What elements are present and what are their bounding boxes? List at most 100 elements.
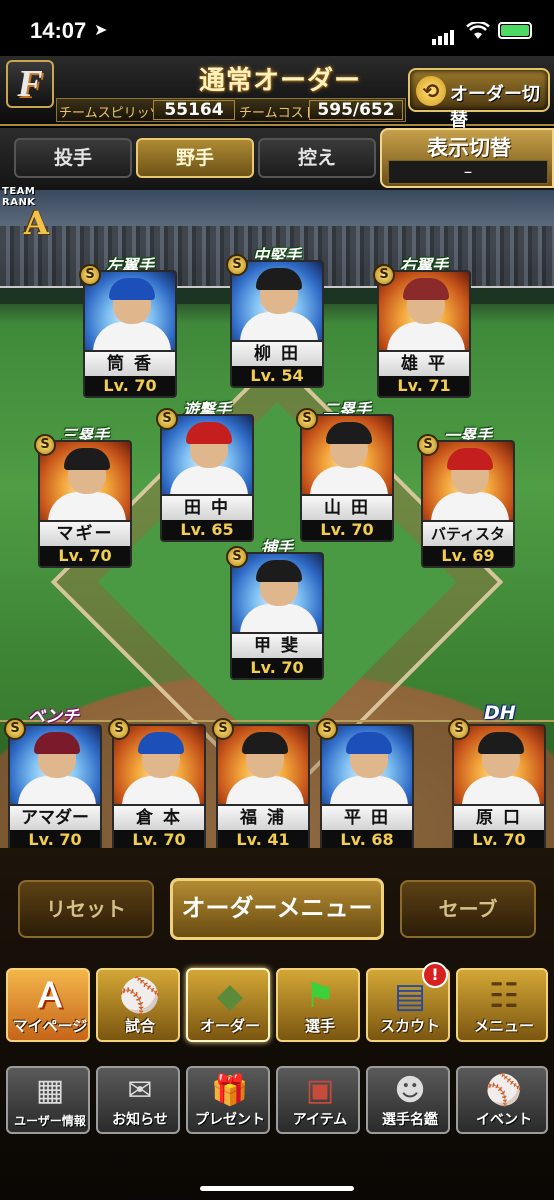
nav-label: マイページ [12, 1017, 88, 1035]
player-name: アマダー [8, 806, 102, 830]
main-nav: Ａ マイページ ⚾ 試合 ◆ オーダー ⚑ 選手 ▤ スカウト ☷ メニュー [0, 968, 554, 1044]
reset-button[interactable]: リセット [18, 880, 154, 938]
rarity-badge: S [448, 718, 470, 740]
bench-card[interactable]: S アマダー Lv. 70 [4, 718, 102, 852]
rarity-badge: S [4, 718, 26, 740]
rarity-badge: S [226, 546, 248, 568]
team-rank-grade: A [24, 204, 49, 242]
nav-label: イベント [476, 1112, 532, 1128]
bottom-panel: リセット オーダーメニュー セーブ Ａ マイページ ⚾ 試合 ◆ オーダー ⚑ … [0, 848, 554, 1200]
display-switch-value: – [388, 160, 548, 184]
save-button[interactable]: セーブ [400, 880, 536, 938]
nav-game[interactable]: ⚾ 試合 [96, 968, 180, 1042]
team-rank: TEAM RANK A [2, 186, 72, 242]
player-level: Lv. 54 [230, 366, 324, 388]
order-menu-button[interactable]: オーダーメニュー [170, 878, 384, 940]
rarity-badge: S [417, 434, 439, 456]
player-name: バティスタ [421, 522, 515, 546]
signal-icon [432, 26, 456, 45]
header: F 通常オーダー チームスピリッツ 55164 チームコスト 595/652 ⟲… [0, 56, 554, 131]
rarity-badge: S [108, 718, 130, 740]
dh-card[interactable]: S 原 口 Lv. 70 [448, 718, 546, 852]
player-name: マギー [38, 522, 132, 546]
nav-player-directory[interactable]: ☻ 選手名鑑 [366, 1066, 450, 1134]
display-switch-button[interactable]: 表示切替 – [380, 128, 554, 188]
bench-card[interactable]: S 平 田 Lv. 68 [316, 718, 414, 852]
bench-card[interactable]: S 福 浦 Lv. 41 [212, 718, 310, 852]
nav-present[interactable]: 🎁 プレゼント [186, 1066, 270, 1134]
order-switch-button[interactable]: ⟲ オーダー切替 [408, 68, 550, 131]
nav-label: アイテム [292, 1112, 348, 1128]
rarity-badge: S [296, 408, 318, 430]
battery-icon [498, 22, 532, 39]
game-icon: ⚾ [118, 976, 162, 1016]
rarity-badge: S [156, 408, 178, 430]
nav-label: お知らせ [112, 1112, 168, 1128]
event-icon: ⚾ [485, 1073, 523, 1108]
player-card-first-base[interactable]: 一塁手 S バティスタ Lv. 69 [417, 426, 515, 568]
player-directory-icon: ☻ [394, 1073, 426, 1108]
nav-order[interactable]: ◆ オーダー [186, 968, 270, 1042]
player-name: 山 田 [300, 496, 394, 520]
rarity-badge: S [316, 718, 338, 740]
player-name: 筒 香 [83, 352, 177, 376]
player-level: Lv. 71 [377, 376, 471, 398]
dh-label: DH [484, 702, 516, 724]
order-switch-label: オーダー切替 [450, 84, 540, 131]
rarity-badge: S [212, 718, 234, 740]
tab-fielder[interactable]: 野手 [136, 138, 254, 178]
status-time: 14:07 [30, 18, 87, 43]
player-name: 原 口 [452, 806, 546, 830]
tab-pitcher[interactable]: 投手 [14, 138, 132, 178]
nav-players[interactable]: ⚑ 選手 [276, 968, 360, 1042]
nav-label: メニュー [473, 1017, 534, 1035]
user-info-icon: ▦ [35, 1073, 65, 1108]
team-spirits-label: チームスピリッツ [59, 106, 163, 121]
rarity-badge: S [226, 254, 248, 276]
nav-notices[interactable]: ✉ お知らせ [96, 1066, 180, 1134]
page-title: 通常オーダー [198, 66, 361, 96]
player-name: 甲 斐 [230, 634, 324, 658]
nav-user-info[interactable]: ▦ ユーザー情報 [6, 1066, 90, 1134]
nav-items[interactable]: ▣ アイテム [276, 1066, 360, 1134]
notices-icon: ✉ [127, 1073, 153, 1108]
player-level: Lv. 70 [38, 546, 132, 568]
player-card-catcher[interactable]: 捕手 S 甲 斐 Lv. 70 [226, 538, 324, 680]
scout-notification-badge: ! [422, 962, 448, 988]
nav-mypage[interactable]: Ａ マイページ [6, 968, 90, 1042]
nav-label: スカウト [379, 1017, 440, 1035]
player-name: 雄 平 [377, 352, 471, 376]
swap-icon: ⟲ [416, 76, 446, 106]
nav-label: オーダー [199, 1017, 260, 1035]
wifi-icon [466, 22, 490, 39]
home-indicator[interactable] [200, 1186, 354, 1191]
tab-reserve[interactable]: 控え [258, 138, 376, 178]
present-icon: 🎁 [211, 1073, 249, 1108]
team-cost-value: 595/652 [309, 100, 403, 120]
rarity-badge: S [373, 264, 395, 286]
player-name: 柳 田 [230, 342, 324, 366]
bench-card[interactable]: S 倉 本 Lv. 70 [108, 718, 206, 852]
nav-label: 試合 [124, 1017, 155, 1035]
team-stats-bar: チームスピリッツ 55164 チームコスト 595/652 [56, 98, 406, 122]
player-level: Lv. 70 [83, 376, 177, 398]
location-arrow-icon: ➤ [94, 20, 108, 39]
player-card-second-base[interactable]: 二塁手 S 山 田 Lv. 70 [296, 400, 394, 542]
team-logo[interactable]: F [6, 60, 54, 108]
order-icon: ◆ [216, 976, 244, 1016]
player-card-third-base[interactable]: 三塁手 S マギー Lv. 70 [34, 426, 132, 568]
nav-menu[interactable]: ☷ メニュー [456, 968, 548, 1042]
player-name: 田 中 [160, 496, 254, 520]
player-level: Lv. 69 [421, 546, 515, 568]
nav-label: ユーザー情報 [14, 1114, 86, 1128]
status-bar: 14:07 ➤ [0, 0, 554, 60]
player-card-left-field[interactable]: 左翼手 S 筒 香 Lv. 70 [79, 256, 177, 398]
menu-icon: ☷ [488, 976, 520, 1016]
nav-label: 選手名鑑 [382, 1112, 438, 1128]
nav-label: 選手 [304, 1017, 335, 1035]
nav-event[interactable]: ⚾ イベント [456, 1066, 548, 1134]
player-card-shortstop[interactable]: 遊撃手 S 田 中 Lv. 65 [156, 400, 254, 542]
display-switch-label: 表示切替 [427, 136, 511, 160]
player-card-right-field[interactable]: 右翼手 S 雄 平 Lv. 71 [373, 256, 471, 398]
player-card-center-field[interactable]: 中堅手 S 柳 田 Lv. 54 [226, 246, 324, 388]
